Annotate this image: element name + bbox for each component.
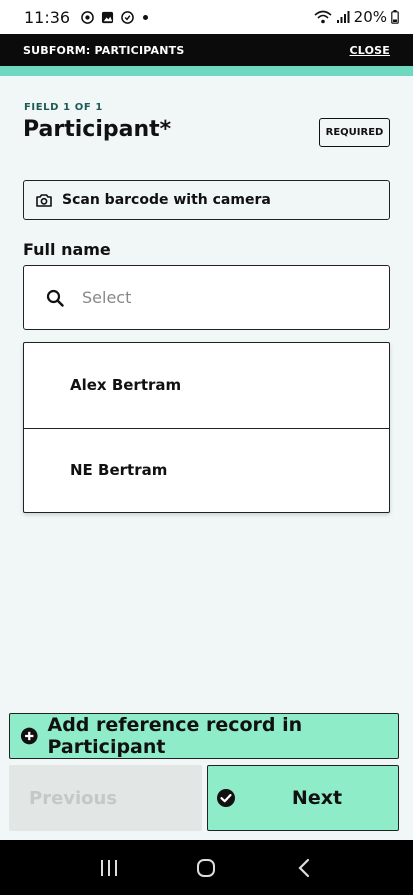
add-reference-record-button[interactable]: Add reference record in Participant [9,713,399,759]
next-label: Next [291,787,343,809]
scan-barcode-button[interactable]: Scan barcode with camera [23,180,390,220]
status-right: 20% [314,8,399,26]
subform-title: SUBFORM: PARTICIPANTS [23,43,185,57]
camera-icon [36,194,52,207]
required-badge: REQUIRED [319,118,390,147]
recent-apps-button[interactable] [89,848,129,888]
list-item[interactable]: Alex Bertram [24,343,389,428]
full-name-label: Full name [23,240,111,259]
wifi-icon [314,10,332,24]
status-bar: 11:36 20% [0,0,413,34]
status-left: 11:36 [24,7,149,27]
notification-dot-icon [143,14,149,20]
full-name-search-input[interactable] [82,288,342,307]
scan-barcode-label: Scan barcode with camera [62,192,271,208]
battery-percent: 20% [353,8,387,26]
back-icon [298,858,310,877]
status-time: 11:36 [24,7,71,27]
full-name-search-field[interactable] [23,265,390,330]
back-button[interactable] [284,848,324,888]
list-item[interactable]: NE Bertram [24,427,389,513]
battery-icon [391,10,399,24]
recent-apps-icon [100,859,117,876]
search-icon [46,289,64,307]
home-icon [197,858,216,877]
gallery-icon [102,11,114,23]
options-list: Alex Bertram NE Bertram [23,342,390,513]
signal-icon [336,11,350,23]
add-reference-record-label: Add reference record in Participant [47,714,303,758]
progress-strip [0,66,413,76]
list-item-label: NE Bertram [70,461,168,480]
field-title: Participant* [23,117,172,142]
plus-circle-icon [20,727,38,745]
close-button[interactable]: CLOSE [350,44,390,57]
chrome-icon [81,10,94,24]
home-button[interactable] [186,848,226,888]
system-nav-bar [0,840,413,895]
sync-icon [121,10,134,24]
subform-header: SUBFORM: PARTICIPANTS CLOSE [0,34,413,66]
previous-button[interactable]: Previous [9,765,202,831]
next-button[interactable]: Next [207,765,399,831]
previous-label: Previous [29,787,118,809]
field-counter: FIELD 1 OF 1 [24,102,103,113]
list-item-label: Alex Bertram [70,376,182,395]
